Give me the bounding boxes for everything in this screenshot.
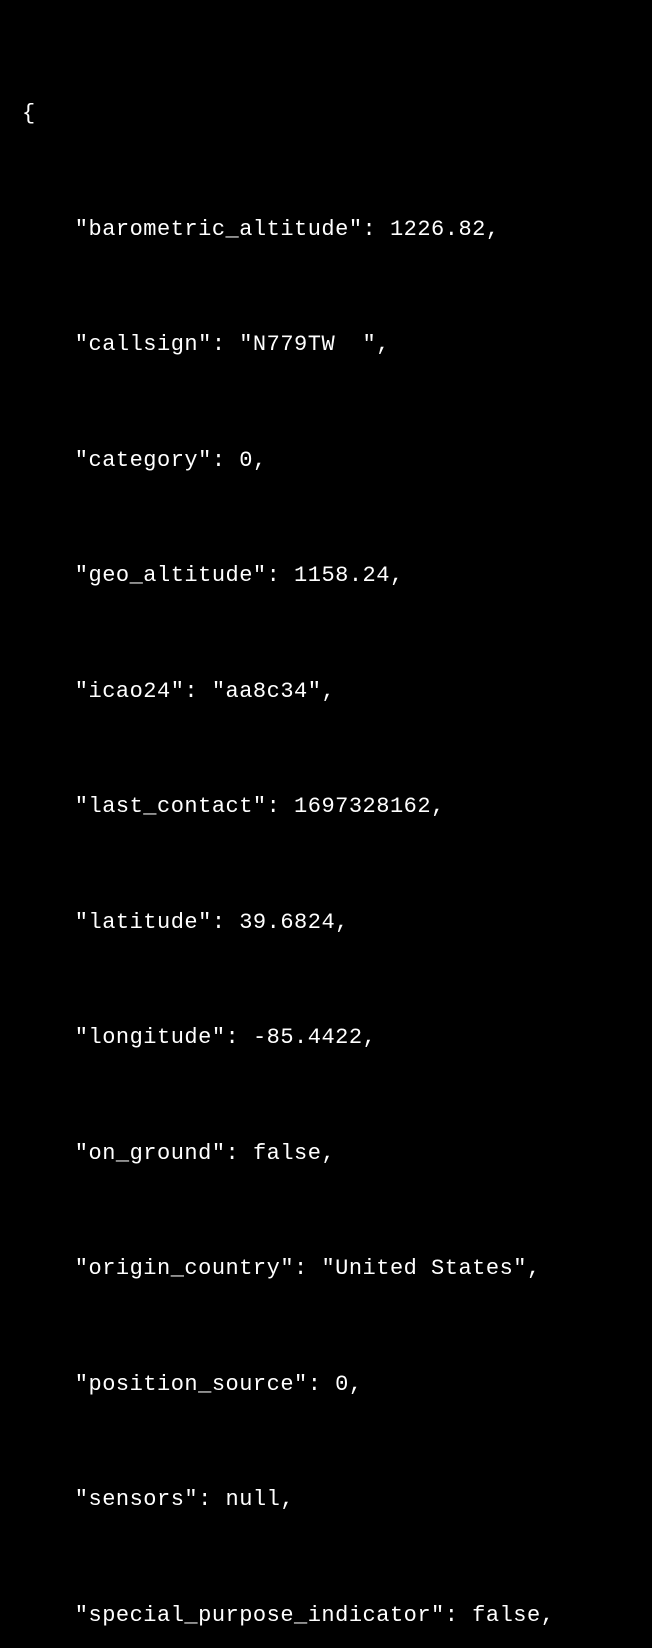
- json-value: 0: [335, 1372, 349, 1397]
- json-value: 1697328162: [294, 794, 431, 819]
- json-value: -85.4422: [253, 1025, 363, 1050]
- json-sep: :: [212, 448, 239, 473]
- json-line: "category": 0,: [22, 442, 630, 481]
- json-value: "aa8c34": [212, 679, 322, 704]
- json-comma: ,: [335, 910, 349, 935]
- json-line: "on_ground": false,: [22, 1135, 630, 1174]
- json-key: "last_contact": [75, 794, 267, 819]
- json-value: 1226.82: [390, 217, 486, 242]
- json-value: false: [472, 1603, 541, 1628]
- json-sep: :: [267, 563, 294, 588]
- json-comma: ,: [363, 1025, 377, 1050]
- json-comma: ,: [321, 679, 335, 704]
- json-value: null: [226, 1487, 281, 1512]
- json-sep: :: [308, 1372, 335, 1397]
- json-line: "barometric_altitude": 1226.82,: [22, 211, 630, 250]
- json-value: 1158.24: [294, 563, 390, 588]
- json-line: "last_contact": 1697328162,: [22, 788, 630, 827]
- json-key: "origin_country": [75, 1256, 294, 1281]
- json-line: "special_purpose_indicator": false,: [22, 1597, 630, 1636]
- json-value: "United States": [321, 1256, 527, 1281]
- json-line: "callsign": "N779TW ",: [22, 326, 630, 365]
- json-sep: :: [445, 1603, 472, 1628]
- json-key: "geo_altitude": [75, 563, 267, 588]
- json-line: "position_source": 0,: [22, 1366, 630, 1405]
- json-sep: :: [226, 1141, 253, 1166]
- json-comma: ,: [527, 1256, 541, 1281]
- json-key: "latitude": [75, 910, 212, 935]
- json-line: "longitude": -85.4422,: [22, 1019, 630, 1058]
- json-value: 0: [239, 448, 253, 473]
- json-key: "longitude": [75, 1025, 226, 1050]
- json-comma: ,: [541, 1603, 555, 1628]
- json-key: "barometric_altitude": [75, 217, 363, 242]
- json-sep: :: [212, 332, 239, 357]
- json-comma: ,: [253, 448, 267, 473]
- json-comma: ,: [431, 794, 445, 819]
- json-comma: ,: [390, 563, 404, 588]
- json-sep: :: [226, 1025, 253, 1050]
- json-line: "sensors": null,: [22, 1481, 630, 1520]
- json-open-brace: {: [22, 95, 630, 134]
- json-comma: ,: [376, 332, 390, 357]
- json-comma: ,: [321, 1141, 335, 1166]
- json-comma: ,: [486, 217, 500, 242]
- json-key: "icao24": [75, 679, 185, 704]
- json-comma: ,: [349, 1372, 363, 1397]
- json-value: 39.6824: [239, 910, 335, 935]
- json-sep: :: [198, 1487, 225, 1512]
- json-sep: :: [363, 217, 390, 242]
- json-key: "category": [75, 448, 212, 473]
- json-line: "icao24": "aa8c34",: [22, 673, 630, 712]
- json-key: "callsign": [75, 332, 212, 357]
- json-key: "sensors": [75, 1487, 198, 1512]
- json-key: "special_purpose_indicator": [75, 1603, 445, 1628]
- json-line: "origin_country": "United States",: [22, 1250, 630, 1289]
- json-key: "position_source": [75, 1372, 308, 1397]
- json-line: "geo_altitude": 1158.24,: [22, 557, 630, 596]
- json-value: "N779TW ": [239, 332, 376, 357]
- json-sep: :: [294, 1256, 321, 1281]
- json-line: "latitude": 39.6824,: [22, 904, 630, 943]
- json-value: false: [253, 1141, 322, 1166]
- json-sep: :: [212, 910, 239, 935]
- json-key: "on_ground": [75, 1141, 226, 1166]
- json-comma: ,: [280, 1487, 294, 1512]
- json-sep: :: [267, 794, 294, 819]
- json-output: { "barometric_altitude": 1226.82, "calls…: [22, 18, 630, 1648]
- json-sep: :: [184, 679, 211, 704]
